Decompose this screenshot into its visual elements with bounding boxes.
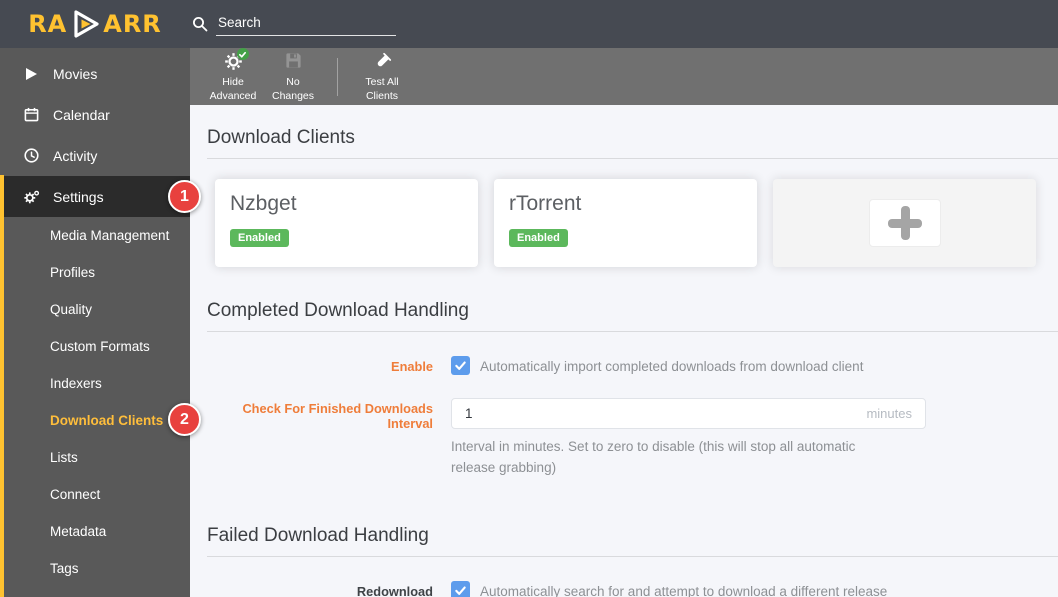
client-name: rTorrent <box>509 192 742 216</box>
checkmark-icon <box>453 358 468 373</box>
sidebar-item-calendar[interactable]: Calendar <box>0 94 190 135</box>
redownload-checkbox[interactable] <box>451 581 470 597</box>
check-badge-icon <box>237 48 249 60</box>
search-icon <box>192 16 208 32</box>
sidebar-subitem-label: Quality <box>50 302 92 317</box>
client-card-rtorrent[interactable]: rTorrent Enabled <box>494 179 757 267</box>
annotation-circle-2: 2 <box>168 403 201 436</box>
client-name: Nzbget <box>230 192 463 216</box>
toolbar-button-label: Advanced <box>210 90 257 104</box>
sidebar-subitem-label: Lists <box>50 450 78 465</box>
checkmark-icon <box>453 583 468 597</box>
redownload-help-text: Automatically search for and attempt to … <box>480 581 887 597</box>
interval-help-text: Interval in minutes. Set to zero to disa… <box>451 437 891 479</box>
toolbar-separator <box>337 58 338 96</box>
sidebar-subitem-label: Profiles <box>50 265 95 280</box>
enable-row: Enable Automatically import completed do… <box>207 356 1058 375</box>
top-bar: RA ARR <box>0 0 1058 48</box>
client-card-nzbget[interactable]: Nzbget Enabled <box>215 179 478 267</box>
interval-row: Check For Finished Downloads Interval mi… <box>207 398 1058 479</box>
hide-advanced-button[interactable]: Hide Advanced <box>203 49 263 103</box>
status-badge: Enabled <box>230 229 289 247</box>
test-tube-icon <box>372 51 393 73</box>
radarr-play-icon <box>69 9 101 39</box>
play-icon <box>23 67 40 81</box>
logo-text-left: RA <box>28 10 67 38</box>
enable-label: Enable <box>207 356 433 374</box>
annotation-circle-1: 1 <box>168 180 201 213</box>
add-client-button[interactable] <box>869 199 941 247</box>
gears-icon <box>23 189 40 205</box>
toolbar-button-label: No <box>286 76 299 90</box>
redownload-row: Redownload Automatically search for and … <box>207 581 1058 597</box>
sidebar-item-tags[interactable]: Tags <box>0 550 190 587</box>
failed-download-form: Redownload Automatically search for and … <box>207 581 1058 597</box>
settings-toolbar: Hide Advanced No Changes Test All Clie <box>190 48 1058 105</box>
sidebar-item-label: Calendar <box>53 107 110 123</box>
test-all-clients-button[interactable]: Test All Clients <box>352 49 412 103</box>
completed-download-handling-heading: Completed Download Handling <box>207 277 1058 332</box>
completed-download-form: Enable Automatically import completed do… <box>207 356 1058 479</box>
sidebar-subitem-label: Media Management <box>50 228 169 243</box>
advanced-gear-icon <box>223 51 244 73</box>
save-floppy-icon <box>284 51 303 73</box>
sidebar-item-download-clients[interactable]: Download Clients <box>0 402 190 439</box>
sidebar-item-indexers[interactable]: Indexers <box>0 365 190 402</box>
settings-content: Download Clients Nzbget Enabled rTorrent… <box>190 105 1058 597</box>
sidebar-item-metadata[interactable]: Metadata <box>0 513 190 550</box>
interval-label: Check For Finished Downloads Interval <box>207 398 433 431</box>
sidebar-item-activity[interactable]: Activity <box>0 135 190 176</box>
no-changes-save-button[interactable]: No Changes <box>263 49 323 103</box>
client-cards: Nzbget Enabled rTorrent Enabled <box>215 179 1058 267</box>
add-client-card[interactable] <box>773 179 1036 267</box>
toolbar-button-label: Changes <box>272 90 314 104</box>
sidebar-subitem-label: Tags <box>50 561 79 576</box>
sidebar-accent-bar <box>0 175 4 597</box>
enable-checkbox[interactable] <box>451 356 470 375</box>
sidebar-item-label: Settings <box>53 189 104 205</box>
sidebar-item-settings[interactable]: Settings <box>0 176 190 217</box>
toolbar-button-label: Test All <box>365 76 398 90</box>
sidebar-item-profiles[interactable]: Profiles <box>0 254 190 291</box>
sidebar-item-label: Movies <box>53 66 97 82</box>
radarr-logo[interactable]: RA ARR <box>0 9 190 39</box>
logo-text-right: ARR <box>103 10 162 38</box>
sidebar-subitem-label: Metadata <box>50 524 106 539</box>
sidebar-item-movies[interactable]: Movies <box>0 53 190 94</box>
download-clients-heading: Download Clients <box>207 105 1058 159</box>
plus-icon <box>888 206 922 240</box>
sidebar-item-lists[interactable]: Lists <box>0 439 190 476</box>
sidebar-item-connect[interactable]: Connect <box>0 476 190 513</box>
search-input[interactable] <box>216 12 396 36</box>
search-bar <box>192 12 396 36</box>
sidebar-subitem-label: Indexers <box>50 376 102 391</box>
sidebar-subitem-label: Connect <box>50 487 100 502</box>
sidebar-item-label: Activity <box>53 148 97 164</box>
clock-icon <box>23 148 40 163</box>
toolbar-button-label: Hide <box>222 76 244 90</box>
sidebar-subitem-label: Download Clients <box>50 413 163 428</box>
calendar-icon <box>23 107 40 122</box>
failed-download-handling-heading: Failed Download Handling <box>207 502 1058 557</box>
sidebar-item-custom-formats[interactable]: Custom Formats <box>0 328 190 365</box>
sidebar-item-quality[interactable]: Quality <box>0 291 190 328</box>
interval-input[interactable] <box>451 398 926 429</box>
sidebar-subitem-label: Custom Formats <box>50 339 150 354</box>
sidebar-item-media-management[interactable]: Media Management <box>0 217 190 254</box>
sidebar: Movies Calendar Activity <box>0 48 190 597</box>
enable-help-text: Automatically import completed downloads… <box>480 356 863 374</box>
status-badge: Enabled <box>509 229 568 247</box>
toolbar-button-label: Clients <box>366 90 398 104</box>
redownload-label: Redownload <box>207 581 433 597</box>
